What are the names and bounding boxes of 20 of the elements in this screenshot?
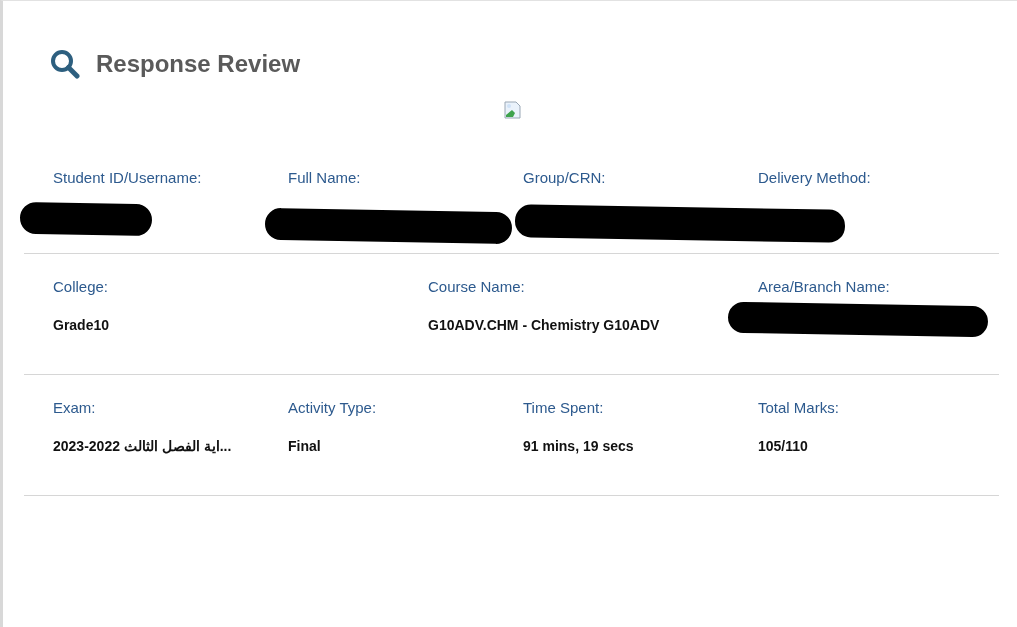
field-label: College: [53, 278, 110, 295]
field-label: Course Name: [428, 278, 526, 295]
field-value: 105/110 [758, 438, 809, 454]
field-label: Student ID/Username: [53, 169, 203, 186]
field-label: Delivery Method: [758, 169, 872, 186]
field-label: Time Spent: [523, 399, 605, 416]
field-label: Group/CRN: [523, 169, 607, 186]
field-value: 91 mins, 19 secs [523, 438, 635, 454]
field-value: Grade10 [53, 317, 111, 333]
field-value: اية الفصل الثالث 2022-2023... [53, 438, 233, 454]
field-label: Area/Branch Name: [758, 278, 891, 295]
field-value: Final [288, 438, 322, 454]
field-label: Full Name: [288, 169, 362, 186]
page-title: Response Review [96, 50, 301, 78]
field-label: Activity Type: [288, 399, 378, 416]
field-label: Total Marks: [758, 399, 840, 416]
field-label: Exam: [53, 399, 97, 416]
broken-image-icon [504, 101, 522, 119]
search-icon [50, 49, 80, 79]
field-value: G10ADV.CHM - Chemistry G10ADV [428, 317, 661, 333]
